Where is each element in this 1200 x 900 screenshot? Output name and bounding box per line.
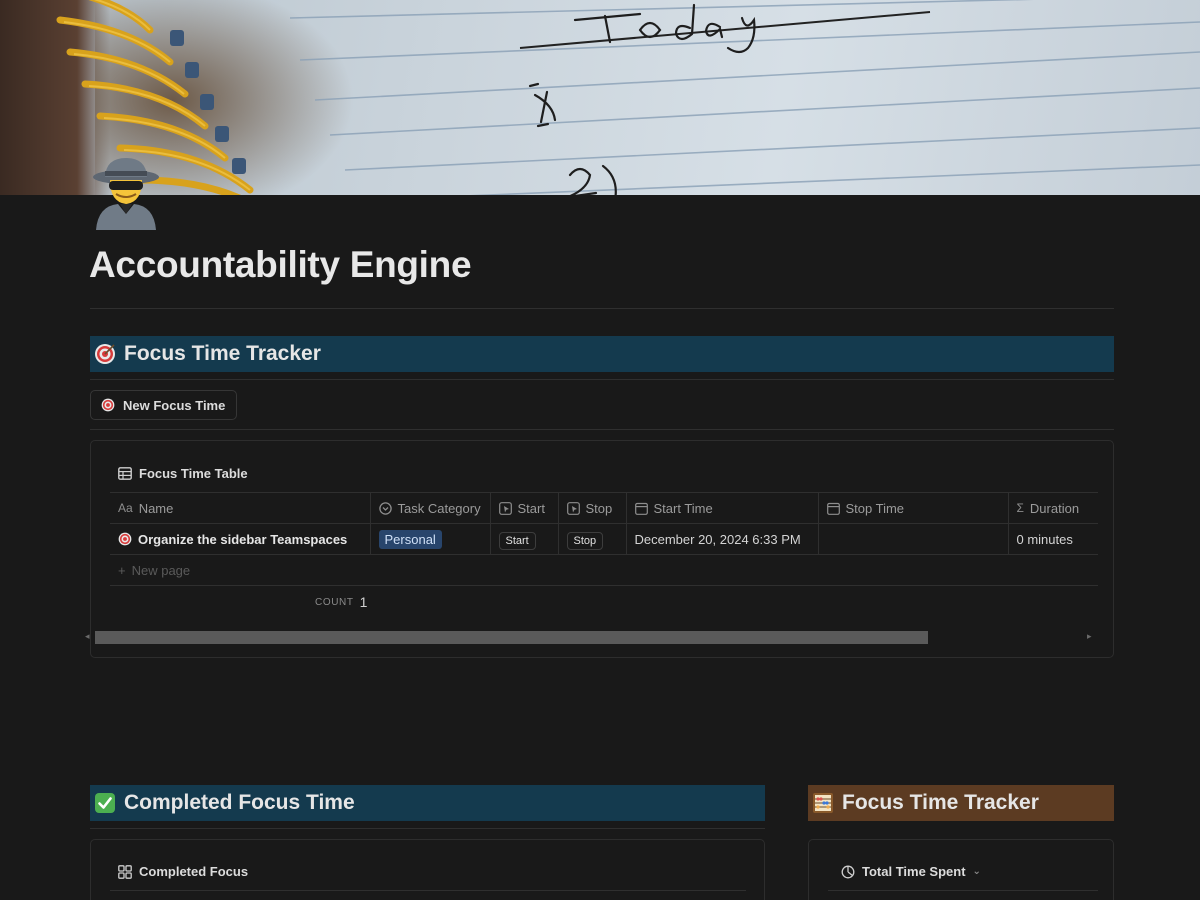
- button-icon: [498, 501, 512, 515]
- new-page-label: New page: [131, 563, 191, 578]
- cover-image: [0, 0, 1200, 195]
- column-header-stop[interactable]: Stop: [558, 492, 627, 524]
- new-page-row[interactable]: + New page: [118, 563, 190, 578]
- target-icon: [118, 532, 132, 546]
- check-mark-icon: [94, 792, 116, 814]
- column-header-start[interactable]: Start: [490, 492, 559, 524]
- category-tag: Personal: [378, 529, 442, 549]
- target-icon: [94, 343, 116, 365]
- new-focus-time-button[interactable]: New Focus Time: [90, 390, 238, 420]
- cover-illustration: [56, 0, 1200, 195]
- calendar-icon: [826, 502, 840, 515]
- horizontal-scrollbar[interactable]: [95, 631, 1095, 644]
- cell-duration: 0 minutes: [1008, 523, 1098, 555]
- text-property-icon: Aa: [118, 501, 133, 515]
- table-row[interactable]: Organize the sidebar Teamspaces Personal…: [110, 523, 1098, 555]
- count-value: 1: [359, 594, 368, 610]
- cell-name[interactable]: Organize the sidebar Teamspaces: [110, 523, 371, 555]
- count-summary[interactable]: COUNT 1: [315, 594, 367, 610]
- column-header-start-time[interactable]: Start Time: [626, 492, 819, 524]
- start-button[interactable]: Start: [498, 531, 536, 550]
- new-focus-time-label: New Focus Time: [123, 397, 226, 413]
- tracker-heading: Focus Time Tracker: [808, 785, 1114, 821]
- tracker-heading-text: Focus Time Tracker: [842, 791, 1039, 814]
- column-header-stop-time[interactable]: Stop Time: [818, 492, 1009, 524]
- gallery-icon: [118, 864, 132, 879]
- target-icon: [101, 398, 115, 412]
- cell-task-category[interactable]: Personal: [370, 523, 491, 555]
- cell-stop: Stop: [558, 523, 627, 555]
- scrollbar-thumb[interactable]: [95, 631, 928, 644]
- cell-start: Start: [490, 523, 559, 555]
- chart-icon: [841, 865, 855, 879]
- stop-button[interactable]: Stop: [566, 531, 604, 550]
- completed-focus-heading-text: Completed Focus Time: [124, 791, 355, 814]
- view-tab-label: Completed Focus: [139, 864, 249, 879]
- view-tab-focus-time-table[interactable]: Focus Time Table: [118, 466, 248, 481]
- view-tab-label: Total Time Spent: [862, 864, 966, 879]
- chevron-down-icon[interactable]: ⌄: [973, 866, 981, 877]
- view-tab-completed-focus[interactable]: Completed Focus: [118, 864, 248, 879]
- row-title: Organize the sidebar Teamspaces: [138, 531, 348, 547]
- view-tab-total-time-spent[interactable]: Total Time Spent ⌄: [841, 864, 981, 879]
- cell-start-time[interactable]: December 20, 2024 6:33 PM: [626, 523, 819, 555]
- column-header-name[interactable]: Aa Name: [110, 492, 371, 524]
- calendar-icon: [634, 502, 648, 515]
- title-divider: [90, 308, 1114, 309]
- count-label: COUNT: [315, 596, 354, 608]
- button-icon: [566, 501, 580, 515]
- focus-time-table: Aa Name Task Category Start Stop Start Ti…: [110, 492, 1098, 555]
- scroll-right-arrow[interactable]: ▸: [1087, 631, 1092, 642]
- column-header-task-category[interactable]: Task Category: [370, 492, 491, 524]
- spy-detective-icon[interactable]: [90, 152, 162, 232]
- column-header-duration[interactable]: Σ Duration: [1008, 492, 1098, 524]
- cell-stop-time[interactable]: [818, 523, 1009, 555]
- plus-icon: +: [118, 563, 126, 578]
- abacus-icon: [812, 792, 834, 814]
- focus-tracker-heading-text: Focus Time Tracker: [124, 342, 321, 365]
- formula-icon: Σ: [1016, 501, 1024, 515]
- scroll-left-arrow[interactable]: ◂: [85, 631, 90, 642]
- select-icon: [378, 501, 392, 515]
- focus-tracker-heading: Focus Time Tracker: [90, 336, 1114, 372]
- page-title: Accountability Engine: [89, 244, 472, 285]
- completed-focus-heading: Completed Focus Time: [90, 785, 765, 821]
- table-icon: [118, 467, 132, 480]
- view-tab-label: Focus Time Table: [139, 466, 248, 481]
